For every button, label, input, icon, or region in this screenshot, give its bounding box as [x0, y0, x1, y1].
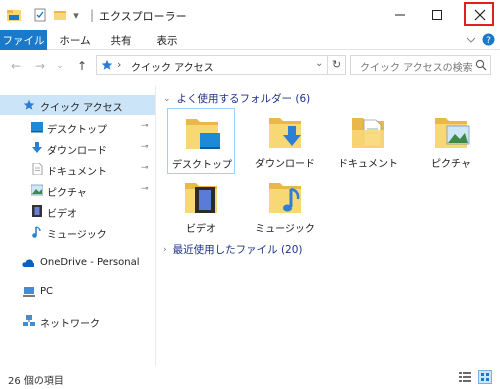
folder-tile-videos[interactable]: ビデオ	[167, 173, 235, 239]
ribbon-tabs: ファイル ホーム 共有 表示 ?	[0, 30, 500, 50]
folder-tile-desktop[interactable]: デスクトップ	[167, 108, 235, 174]
address-path[interactable]: クイック アクセス	[131, 59, 214, 74]
collapse-chevron-icon[interactable]: ⌄	[163, 94, 171, 104]
film-icon	[32, 205, 42, 217]
pin-icon[interactable]: ⊸	[141, 142, 149, 152]
sidebar-item-music[interactable]: ミュージック	[0, 222, 155, 242]
group-label: よく使用するフォルダー (6)	[176, 93, 311, 105]
sidebar-label: デスクトップ	[47, 125, 107, 136]
svg-text:?: ?	[486, 36, 491, 46]
details-view-icon[interactable]	[458, 370, 472, 384]
properties-icon[interactable]	[33, 8, 47, 22]
address-divider	[327, 56, 328, 74]
sidebar-label: ビデオ	[47, 209, 77, 220]
desktop-icon	[31, 122, 43, 133]
new-folder-icon[interactable]	[53, 8, 67, 22]
quick-access-star-icon	[101, 59, 113, 70]
large-icons-view-icon[interactable]	[478, 370, 492, 384]
recent-files-header[interactable]: › 最近使用したファイル (20)	[163, 242, 303, 257]
help-icon[interactable]: ?	[482, 33, 495, 46]
videos-folder-icon	[185, 183, 217, 213]
folder-tile-downloads[interactable]: ダウンロード	[251, 108, 319, 174]
up-button[interactable]: ↑	[74, 58, 90, 74]
tab-home[interactable]: ホーム	[55, 30, 95, 50]
search-icon[interactable]	[475, 59, 487, 71]
folder-tile-music[interactable]: ミュージック	[251, 173, 319, 239]
explorer-window: ▾ | エクスプローラー ファイル ホーム 共有 表示 ? ← → ⌄ ↑ › …	[0, 0, 500, 389]
title-separator: |	[90, 8, 95, 22]
explorer-app-icon[interactable]	[6, 7, 22, 23]
sidebar-label: OneDrive - Personal	[40, 257, 140, 268]
pin-icon[interactable]: ⊸	[141, 163, 149, 173]
minimize-button[interactable]	[383, 0, 416, 30]
document-icon	[32, 163, 43, 175]
music-folder-icon	[269, 183, 301, 213]
navigation-pane: クイック アクセス デスクトップ ⊸ ダウンロード ⊸ ドキュメント ⊸ ピクチ…	[0, 86, 155, 366]
maximize-icon	[431, 10, 442, 20]
tab-share[interactable]: 共有	[103, 30, 139, 50]
sidebar-label: ネットワーク	[40, 319, 100, 330]
pictures-folder-icon	[435, 118, 470, 148]
folder-label: ピクチャ	[431, 159, 471, 170]
ribbon-expand-icon[interactable]	[466, 35, 476, 45]
sidebar-item-desktop[interactable]: デスクトップ ⊸	[0, 117, 155, 137]
expand-chevron-icon[interactable]: ›	[163, 245, 167, 255]
frequent-folders-header[interactable]: ⌄ よく使用するフォルダー (6)	[163, 91, 310, 106]
sidebar-label: ドキュメント	[47, 167, 107, 178]
folder-label: デスクトップ	[172, 160, 232, 171]
customize-qat-icon[interactable]: ▾	[70, 7, 82, 23]
back-button[interactable]: ←	[8, 58, 24, 74]
sidebar-label: クイック アクセス	[40, 103, 123, 114]
sidebar-label: ミュージック	[47, 230, 107, 241]
downloads-folder-icon	[269, 118, 301, 148]
forward-button[interactable]: →	[32, 58, 48, 74]
music-note-icon	[32, 226, 41, 238]
quick-access-star-icon	[23, 99, 35, 110]
pane-splitter[interactable]	[155, 86, 156, 366]
folder-label: ダウンロード	[255, 159, 315, 170]
search-input[interactable]: クイック アクセスの検索	[360, 59, 473, 74]
search-box[interactable]: クイック アクセスの検索	[350, 55, 491, 75]
refresh-button[interactable]: ↻	[332, 58, 341, 71]
folder-label: ミュージック	[255, 224, 315, 235]
computer-icon	[23, 287, 35, 297]
folder-label: ドキュメント	[338, 159, 398, 170]
sidebar-label: PC	[40, 286, 54, 297]
documents-folder-icon	[352, 118, 384, 148]
pin-icon[interactable]: ⊸	[141, 121, 149, 131]
sidebar-label: ピクチャ	[47, 188, 87, 199]
folder-tile-pictures[interactable]: ピクチャ	[417, 108, 485, 174]
address-dropdown-icon[interactable]: ⌄	[315, 58, 323, 69]
tab-view[interactable]: 表示	[147, 30, 187, 50]
cloud-icon	[22, 259, 34, 267]
maximize-button[interactable]	[420, 0, 453, 30]
sidebar-item-pictures[interactable]: ピクチャ ⊸	[0, 180, 155, 200]
desktop-folder-icon	[186, 119, 220, 149]
sidebar-item-network[interactable]: ネットワーク	[0, 311, 155, 331]
sidebar-item-pc[interactable]: PC	[0, 282, 155, 302]
sidebar-item-documents[interactable]: ドキュメント ⊸	[0, 159, 155, 179]
group-label: 最近使用したファイル (20)	[172, 244, 303, 256]
recent-locations-button[interactable]: ⌄	[52, 58, 68, 74]
folder-tile-documents[interactable]: ドキュメント	[334, 108, 402, 174]
title-bar: ▾ | エクスプローラー	[0, 0, 500, 30]
download-arrow-icon	[32, 142, 42, 153]
close-button-highlight	[464, 2, 494, 26]
sidebar-item-videos[interactable]: ビデオ	[0, 201, 155, 221]
address-chevron[interactable]: ›	[117, 58, 121, 71]
status-item-count: 26 個の項目	[8, 376, 64, 387]
sidebar-item-onedrive[interactable]: OneDrive - Personal	[0, 253, 155, 273]
window-title: エクスプローラー	[99, 10, 187, 23]
network-icon	[23, 315, 35, 326]
tab-file[interactable]: ファイル	[0, 30, 47, 50]
picture-icon	[31, 184, 43, 196]
sidebar-label: ダウンロード	[47, 146, 107, 157]
pin-icon[interactable]: ⊸	[141, 184, 149, 194]
minimize-icon	[394, 14, 405, 16]
address-bar[interactable]: › クイック アクセス ⌄ ↻	[96, 55, 346, 75]
sidebar-item-quick-access[interactable]: クイック アクセス	[0, 95, 155, 115]
sidebar-item-downloads[interactable]: ダウンロード ⊸	[0, 138, 155, 158]
folder-label: ビデオ	[186, 224, 216, 235]
